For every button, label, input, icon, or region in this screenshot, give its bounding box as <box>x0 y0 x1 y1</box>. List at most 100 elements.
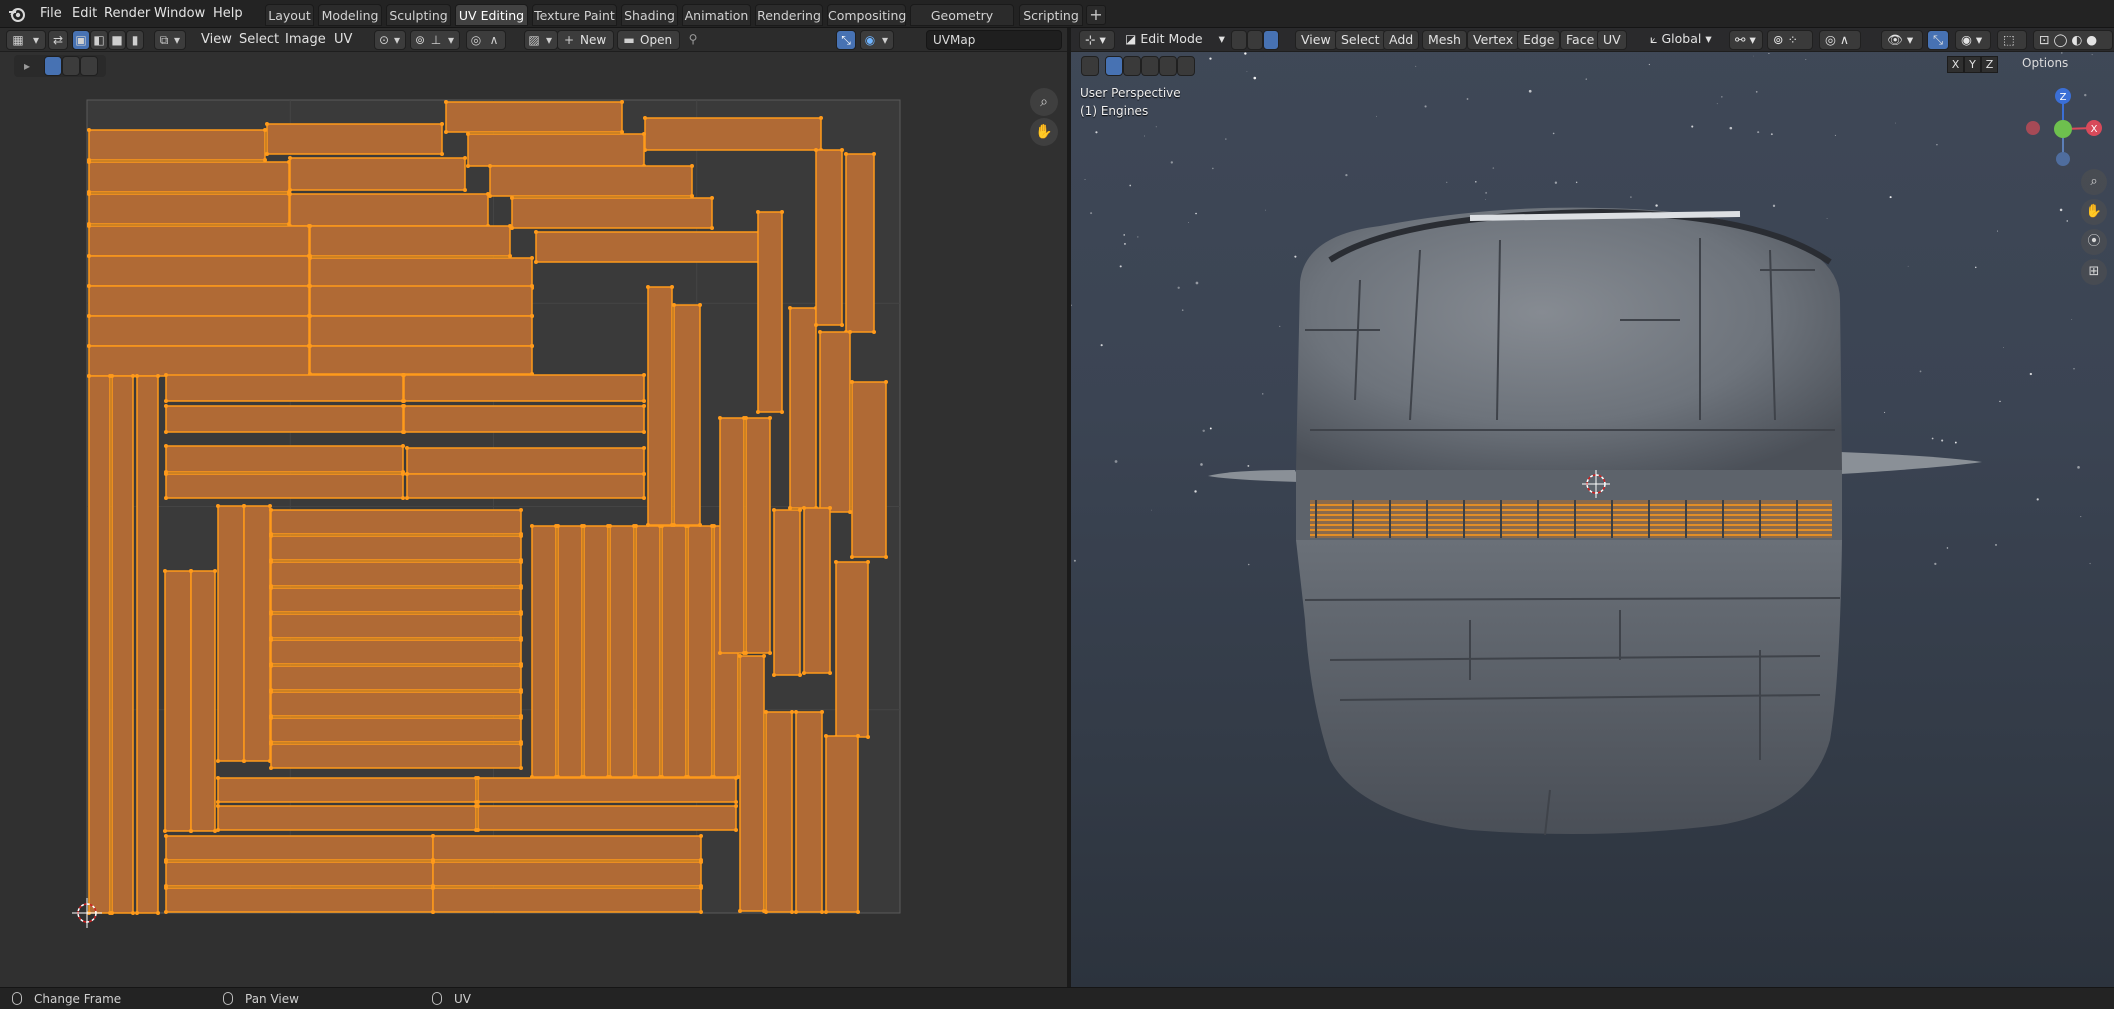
uv-vertex[interactable] <box>87 128 91 132</box>
uv-island[interactable] <box>819 331 851 513</box>
viewport-scene[interactable]: Z X <box>1071 28 2114 987</box>
uv-vertex[interactable] <box>110 911 114 915</box>
uv-vertex[interactable] <box>476 776 480 780</box>
uv-vertex[interactable] <box>794 910 798 914</box>
uv-vertex[interactable] <box>856 734 860 738</box>
uv-vertex[interactable] <box>87 192 91 196</box>
uv-vertex[interactable] <box>405 446 409 450</box>
tab-scripting[interactable]: Scripting <box>1019 4 1083 26</box>
uv-vertex[interactable] <box>269 560 273 564</box>
uv-vertex[interactable] <box>216 776 220 780</box>
uv-vertex[interactable] <box>87 224 91 228</box>
uv-vertex[interactable] <box>718 651 722 655</box>
uv-vertex[interactable] <box>824 910 828 914</box>
uv-island[interactable] <box>165 374 404 402</box>
uv-vertex[interactable] <box>216 759 220 763</box>
uv-vertex[interactable] <box>756 410 760 414</box>
extend-select-3d[interactable] <box>1123 56 1141 76</box>
uv-vertex[interactable] <box>431 860 435 864</box>
visibility-dropdown[interactable]: 👁 ▾ <box>1881 30 1923 50</box>
uv-vertex[interactable] <box>269 638 273 642</box>
uv-island[interactable] <box>557 525 583 778</box>
uv-island[interactable] <box>406 447 645 475</box>
uv-vertex[interactable] <box>519 560 523 564</box>
vp-menu-mesh[interactable]: Mesh <box>1422 30 1467 50</box>
mirror-y-button[interactable]: Y <box>1964 56 1981 73</box>
uv-vertex[interactable] <box>642 404 646 408</box>
grid-icon[interactable]: ⊞ <box>2081 259 2107 285</box>
tab-texture-paint[interactable]: Texture Paint <box>532 4 617 26</box>
uv-vertex[interactable] <box>463 188 467 192</box>
uv-vertex[interactable] <box>216 800 220 804</box>
uv-vertex[interactable] <box>440 122 444 126</box>
uv-vertex[interactable] <box>242 504 246 508</box>
tab-rendering[interactable]: Rendering <box>755 4 823 26</box>
uv-vertex[interactable] <box>288 156 292 160</box>
tab-geometry-nodes[interactable]: Geometry Nodes <box>910 4 1014 45</box>
uv-island[interactable] <box>773 509 801 676</box>
uv-island[interactable] <box>739 655 765 912</box>
uv-vertex[interactable] <box>620 100 624 104</box>
uv-island[interactable] <box>745 417 771 654</box>
uv-island[interactable] <box>270 561 522 587</box>
uv-island[interactable] <box>583 525 609 778</box>
uv-island[interactable] <box>136 375 159 914</box>
uv-vertex[interactable] <box>814 148 818 152</box>
uv-vertex[interactable] <box>265 122 269 126</box>
uv-island[interactable] <box>467 133 645 167</box>
uv-vertex[interactable] <box>242 759 246 763</box>
uvmap-field[interactable]: UVMap <box>926 30 1062 50</box>
camera-icon[interactable]: ⦿ <box>2081 229 2107 255</box>
uv-vertex[interactable] <box>216 804 220 808</box>
uv-vertex[interactable] <box>519 586 523 590</box>
uv-vertex[interactable] <box>764 710 768 714</box>
uv-vertex[interactable] <box>476 804 480 808</box>
uv-island[interactable] <box>165 473 404 499</box>
uv-vertex[interactable] <box>519 638 523 642</box>
uv-vertex[interactable] <box>519 742 523 746</box>
uv-vertex[interactable] <box>269 586 273 590</box>
uv-vertex[interactable] <box>164 444 168 448</box>
uv-vertex[interactable] <box>308 314 312 318</box>
gizmo-toggle[interactable]: ⤡ <box>1927 30 1949 50</box>
uv-vertex[interactable] <box>698 523 702 527</box>
uv-island[interactable] <box>270 691 522 717</box>
uv-island[interactable] <box>88 315 310 347</box>
pin-icon[interactable]: ⚲ <box>684 30 702 48</box>
uv-island[interactable] <box>432 861 702 887</box>
uv-vertex[interactable] <box>402 404 406 408</box>
uv-vertex[interactable] <box>828 671 832 675</box>
uv-vertex[interactable] <box>269 742 273 746</box>
uv-vertex[interactable] <box>486 192 490 196</box>
editor-type-dropdown[interactable]: ▦ ▾ <box>6 30 46 50</box>
uv-vertex[interactable] <box>519 508 523 512</box>
uv-vertex[interactable] <box>476 800 480 804</box>
intersect-select-3d[interactable] <box>1177 56 1195 76</box>
uv-vertex[interactable] <box>401 496 405 500</box>
uv-vertex[interactable] <box>164 834 168 838</box>
uv-vertex[interactable] <box>556 524 560 528</box>
uv-menu-select[interactable]: Select <box>234 30 284 50</box>
uv-vertex[interactable] <box>405 496 409 500</box>
uv-island[interactable] <box>270 535 522 561</box>
uv-menu-image[interactable]: Image <box>280 30 331 50</box>
uv-vertex[interactable] <box>156 911 160 915</box>
uv-island[interactable] <box>190 570 216 832</box>
uv-vertex[interactable] <box>519 690 523 694</box>
uv-vertex[interactable] <box>308 284 312 288</box>
uv-vertex[interactable] <box>872 330 876 334</box>
uv-island[interactable] <box>309 315 533 347</box>
uv-island[interactable] <box>270 509 522 535</box>
uv-vertex[interactable] <box>762 654 766 658</box>
uv-vertex[interactable] <box>288 192 292 196</box>
uv-island[interactable] <box>477 777 737 803</box>
uv-vertex[interactable] <box>642 399 646 403</box>
vp-menu-uv[interactable]: UV <box>1597 30 1627 50</box>
uv-vertex[interactable] <box>466 132 470 136</box>
uv-vertex[interactable] <box>131 374 135 378</box>
uv-vertex[interactable] <box>642 132 646 136</box>
uv-island[interactable] <box>719 417 745 654</box>
uv-vertex[interactable] <box>790 710 794 714</box>
uv-vertex[interactable] <box>738 654 742 658</box>
mode-dropdown[interactable]: ◪ Edit Mode ▾ <box>1119 30 1230 50</box>
